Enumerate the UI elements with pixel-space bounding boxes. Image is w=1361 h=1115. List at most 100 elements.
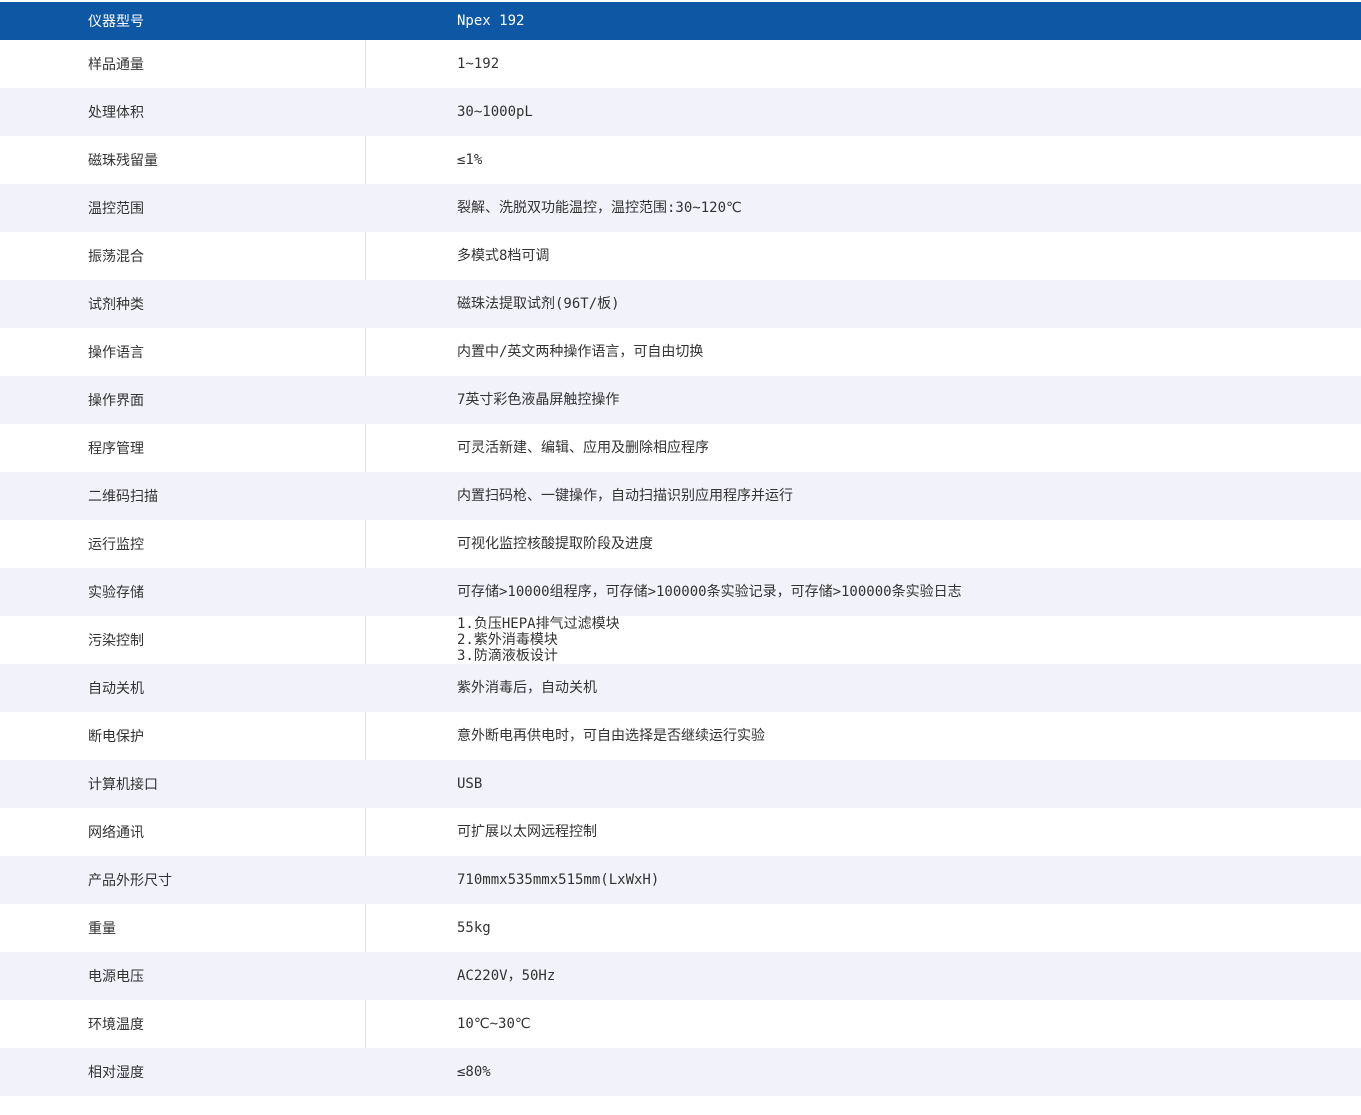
row-value-text: 裂解、洗脱双功能温控，温控范围:30~120℃ — [457, 200, 742, 216]
header-value-cell: Npex 192 — [366, 2, 1361, 40]
row-label-cell: 温控范围 — [0, 184, 366, 232]
row-value-cell: 磁珠法提取试剂(96T/板) — [366, 280, 1361, 328]
row-value-text: ≤80% — [457, 1064, 491, 1080]
row-value-text: 意外断电再供电时，可自由选择是否继续运行实验 — [457, 728, 765, 744]
row-label-cell: 相对湿度 — [0, 1048, 366, 1096]
row-value-text: 内置中/英文两种操作语言，可自由切换 — [457, 344, 703, 360]
table-row: 运行监控 可视化监控核酸提取阶段及进度 — [0, 520, 1361, 568]
table-row: 污染控制 1.负压HEPA排气过滤模块 2.紫外消毒模块 3.防滴液板设计 — [0, 616, 1361, 664]
row-label-text: 实验存储 — [88, 582, 144, 602]
row-value-cell: 意外断电再供电时，可自由选择是否继续运行实验 — [366, 712, 1361, 760]
table-row: 实验存储 可存储>10000组程序，可存储>100000条实验记录，可存储>10… — [0, 568, 1361, 616]
header-label-cell: 仪器型号 — [0, 2, 366, 40]
row-value-text: 磁珠法提取试剂(96T/板) — [457, 296, 620, 312]
row-value-cell: 可存储>10000组程序，可存储>100000条实验记录，可存储>100000条… — [366, 568, 1361, 616]
row-value-cell: 7英寸彩色液晶屏触控操作 — [366, 376, 1361, 424]
row-value-cell: 可视化监控核酸提取阶段及进度 — [366, 520, 1361, 568]
row-value-cell: 多模式8档可调 — [366, 232, 1361, 280]
row-label-cell: 样品通量 — [0, 40, 366, 88]
table-row: 处理体积 30~1000pL — [0, 88, 1361, 136]
row-label-cell: 实验存储 — [0, 568, 366, 616]
row-value-text: 10℃~30℃ — [457, 1016, 531, 1032]
table-body: 样品通量 1~192 处理体积 30~1000pL 磁珠残留量 ≤1% 温控范围… — [0, 40, 1361, 1096]
table-row: 程序管理 可灵活新建、编辑、应用及删除相应程序 — [0, 424, 1361, 472]
row-label-cell: 断电保护 — [0, 712, 366, 760]
table-header-row: 仪器型号 Npex 192 — [0, 2, 1361, 40]
table-row: 相对湿度 ≤80% — [0, 1048, 1361, 1096]
row-value-text: 紫外消毒后，自动关机 — [457, 680, 597, 696]
row-label-text: 程序管理 — [88, 438, 144, 458]
row-label-text: 重量 — [88, 918, 116, 938]
row-value-cell: 10℃~30℃ — [366, 1000, 1361, 1048]
row-value-cell: 1~192 — [366, 40, 1361, 88]
spec-table: 仪器型号 Npex 192 样品通量 1~192 处理体积 30~1000pL … — [0, 2, 1361, 1096]
row-label-cell: 运行监控 — [0, 520, 366, 568]
row-label-text: 环境温度 — [88, 1014, 144, 1034]
table-row: 二维码扫描 内置扫码枪、一键操作，自动扫描识别应用程序并运行 — [0, 472, 1361, 520]
row-value-cell: 可扩展以太网远程控制 — [366, 808, 1361, 856]
table-row: 断电保护 意外断电再供电时，可自由选择是否继续运行实验 — [0, 712, 1361, 760]
row-label-text: 磁珠残留量 — [88, 150, 158, 170]
row-value-text: USB — [457, 776, 482, 792]
row-label-cell: 重量 — [0, 904, 366, 952]
row-label-text: 振荡混合 — [88, 246, 144, 266]
row-value-cell: AC220V，50Hz — [366, 952, 1361, 1000]
row-value-cell: 可灵活新建、编辑、应用及删除相应程序 — [366, 424, 1361, 472]
row-value-cell: 55kg — [366, 904, 1361, 952]
row-label-text: 断电保护 — [88, 726, 144, 746]
row-value-text: 1.负压HEPA排气过滤模块 2.紫外消毒模块 3.防滴液板设计 — [457, 616, 620, 664]
row-value-cell: USB — [366, 760, 1361, 808]
row-value-text: 7英寸彩色液晶屏触控操作 — [457, 392, 619, 408]
row-label-text: 网络通讯 — [88, 822, 144, 842]
row-value-cell: 紫外消毒后，自动关机 — [366, 664, 1361, 712]
row-label-text: 污染控制 — [88, 630, 144, 650]
row-label-text: 试剂种类 — [88, 294, 144, 314]
row-label-cell: 振荡混合 — [0, 232, 366, 280]
row-value-cell: 30~1000pL — [366, 88, 1361, 136]
row-label-text: 操作界面 — [88, 390, 144, 410]
row-label-cell: 产品外形尺寸 — [0, 856, 366, 904]
row-label-cell: 试剂种类 — [0, 280, 366, 328]
row-label-cell: 处理体积 — [0, 88, 366, 136]
row-label-text: 样品通量 — [88, 54, 144, 74]
row-label-cell: 电源电压 — [0, 952, 366, 1000]
row-value-text: 55kg — [457, 920, 491, 936]
row-label-text: 温控范围 — [88, 198, 144, 218]
row-label-cell: 网络通讯 — [0, 808, 366, 856]
row-label-cell: 自动关机 — [0, 664, 366, 712]
row-value-text: 30~1000pL — [457, 104, 533, 120]
row-label-cell: 环境温度 — [0, 1000, 366, 1048]
table-row: 重量 55kg — [0, 904, 1361, 952]
row-label-text: 运行监控 — [88, 534, 144, 554]
table-row: 操作界面 7英寸彩色液晶屏触控操作 — [0, 376, 1361, 424]
row-label-cell: 操作语言 — [0, 328, 366, 376]
table-row: 温控范围 裂解、洗脱双功能温控，温控范围:30~120℃ — [0, 184, 1361, 232]
table-row: 自动关机 紫外消毒后，自动关机 — [0, 664, 1361, 712]
row-label-cell: 二维码扫描 — [0, 472, 366, 520]
row-value-text: 可灵活新建、编辑、应用及删除相应程序 — [457, 440, 709, 456]
table-row: 试剂种类 磁珠法提取试剂(96T/板) — [0, 280, 1361, 328]
row-value-text: 1~192 — [457, 56, 499, 72]
table-row: 样品通量 1~192 — [0, 40, 1361, 88]
row-label-cell: 磁珠残留量 — [0, 136, 366, 184]
row-value-text: AC220V，50Hz — [457, 968, 555, 984]
row-label-text: 产品外形尺寸 — [88, 870, 172, 890]
row-label-text: 操作语言 — [88, 342, 144, 362]
row-label-cell: 污染控制 — [0, 616, 366, 664]
table-row: 振荡混合 多模式8档可调 — [0, 232, 1361, 280]
row-label-text: 计算机接口 — [88, 774, 158, 794]
row-value-text: 可视化监控核酸提取阶段及进度 — [457, 536, 653, 552]
row-label-text: 相对湿度 — [88, 1062, 144, 1082]
row-value-cell: 内置中/英文两种操作语言，可自由切换 — [366, 328, 1361, 376]
row-label-text: 二维码扫描 — [88, 486, 158, 506]
table-row: 产品外形尺寸 710mmx535mmx515mm(LxWxH) — [0, 856, 1361, 904]
row-value-cell: ≤80% — [366, 1048, 1361, 1096]
row-value-text: 可存储>10000组程序，可存储>100000条实验记录，可存储>100000条… — [457, 584, 962, 600]
header-label-text: 仪器型号 — [88, 11, 144, 31]
table-row: 环境温度 10℃~30℃ — [0, 1000, 1361, 1048]
row-label-text: 电源电压 — [88, 966, 144, 986]
table-row: 网络通讯 可扩展以太网远程控制 — [0, 808, 1361, 856]
row-label-cell: 程序管理 — [0, 424, 366, 472]
row-value-cell: 裂解、洗脱双功能温控，温控范围:30~120℃ — [366, 184, 1361, 232]
table-row: 操作语言 内置中/英文两种操作语言，可自由切换 — [0, 328, 1361, 376]
